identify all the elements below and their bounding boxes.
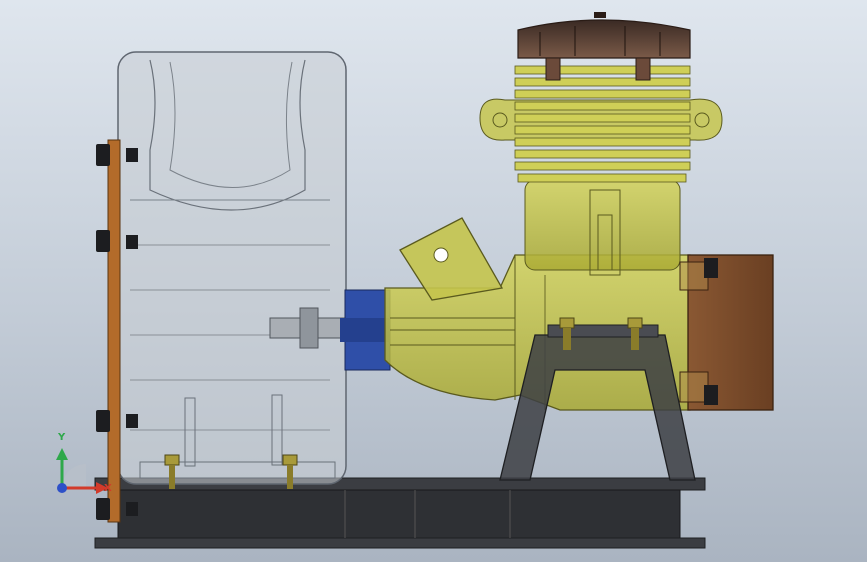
x-axis-label: X (104, 483, 112, 494)
y-axis-label: Y (58, 432, 66, 443)
rear-gearbox[interactable] (679, 254, 774, 411)
axis-triad: Y X (40, 430, 130, 520)
engine-cylinder[interactable] (479, 65, 723, 276)
axis-triad-graphic (56, 448, 108, 494)
base-plate[interactable] (94, 477, 706, 549)
z-axis-dot (57, 483, 67, 493)
transparent-housing[interactable] (117, 51, 347, 485)
cad-3d-viewport[interactable]: Y X (0, 0, 867, 562)
engine-assembly-model[interactable] (0, 0, 867, 562)
